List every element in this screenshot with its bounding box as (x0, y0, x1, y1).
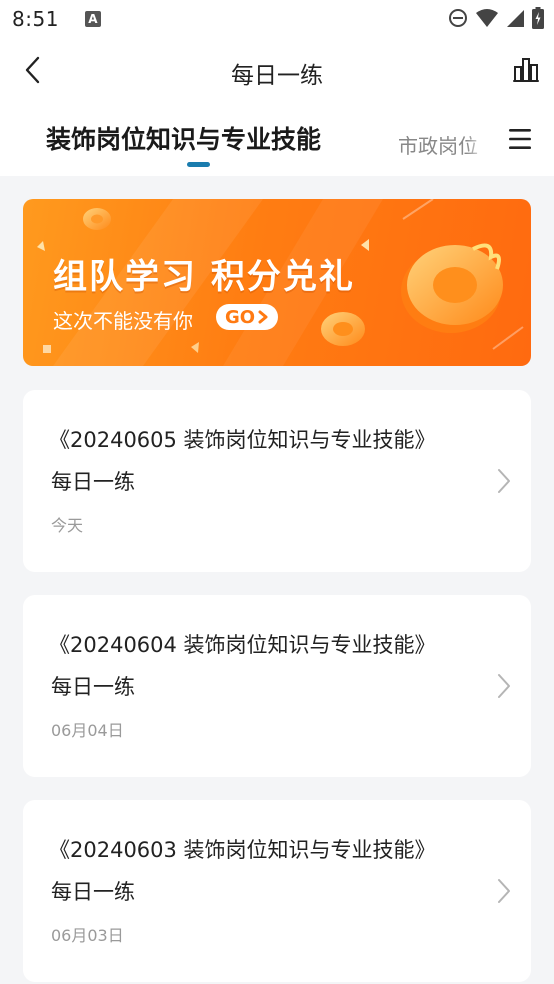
category-tabs: 装饰岗位知识与专业技能 市政岗位 (0, 102, 554, 176)
tab-indicator (187, 162, 210, 167)
wifi-icon (476, 9, 498, 27)
tab-municipal[interactable]: 市政岗位 (398, 130, 486, 159)
nav-bar: 每日一练 (0, 38, 554, 102)
card-subtitle: 每日一练 (51, 675, 135, 699)
team-study-banner[interactable]: 组队学习 积分兑礼 这次不能没有你 GO (23, 199, 531, 366)
a-icon: A (84, 11, 101, 27)
tab-decoration[interactable]: 装饰岗位知识与专业技能 (46, 120, 321, 156)
status-time: 8:51 (12, 7, 59, 31)
stats-button[interactable] (512, 54, 540, 84)
battery-icon (532, 7, 544, 29)
card-date: 06月03日 (51, 926, 124, 945)
practice-card[interactable]: 《20240603 装饰岗位知识与专业技能》 每日一练 06月03日 (23, 800, 531, 982)
hamburger-menu-icon (509, 129, 531, 149)
go-label: GO (224, 306, 256, 328)
status-icons (448, 7, 544, 29)
card-subtitle: 每日一练 (51, 880, 135, 904)
go-button[interactable]: GO (216, 304, 278, 330)
page-title: 每日一练 (231, 63, 323, 89)
status-bar: 8:51 A (0, 0, 554, 38)
practice-card[interactable]: 《20240605 装饰岗位知识与专业技能》 每日一练 今天 (23, 390, 531, 572)
chevron-right-icon (498, 879, 510, 903)
card-title: 《20240604 装饰岗位知识与专业技能》 (49, 633, 436, 657)
card-title: 《20240605 装饰岗位知识与专业技能》 (49, 428, 436, 452)
signal-icon (507, 10, 524, 27)
card-title: 《20240603 装饰岗位知识与专业技能》 (49, 838, 436, 862)
banner-subtitle: 这次不能没有你 (53, 309, 193, 333)
card-date: 今天 (51, 516, 84, 535)
card-date: 06月04日 (51, 721, 124, 740)
banner-title: 组队学习 积分兑礼 (53, 257, 355, 297)
chevron-right-icon (498, 469, 510, 493)
chevron-right-icon (498, 674, 510, 698)
card-subtitle: 每日一练 (51, 470, 135, 494)
arrow-right-icon (258, 310, 268, 324)
practice-card[interactable]: 《20240604 装饰岗位知识与专业技能》 每日一练 06月04日 (23, 595, 531, 777)
bar-chart-icon (513, 58, 539, 82)
do-not-disturb-icon (449, 9, 467, 27)
tab-menu-button[interactable] (508, 128, 532, 150)
